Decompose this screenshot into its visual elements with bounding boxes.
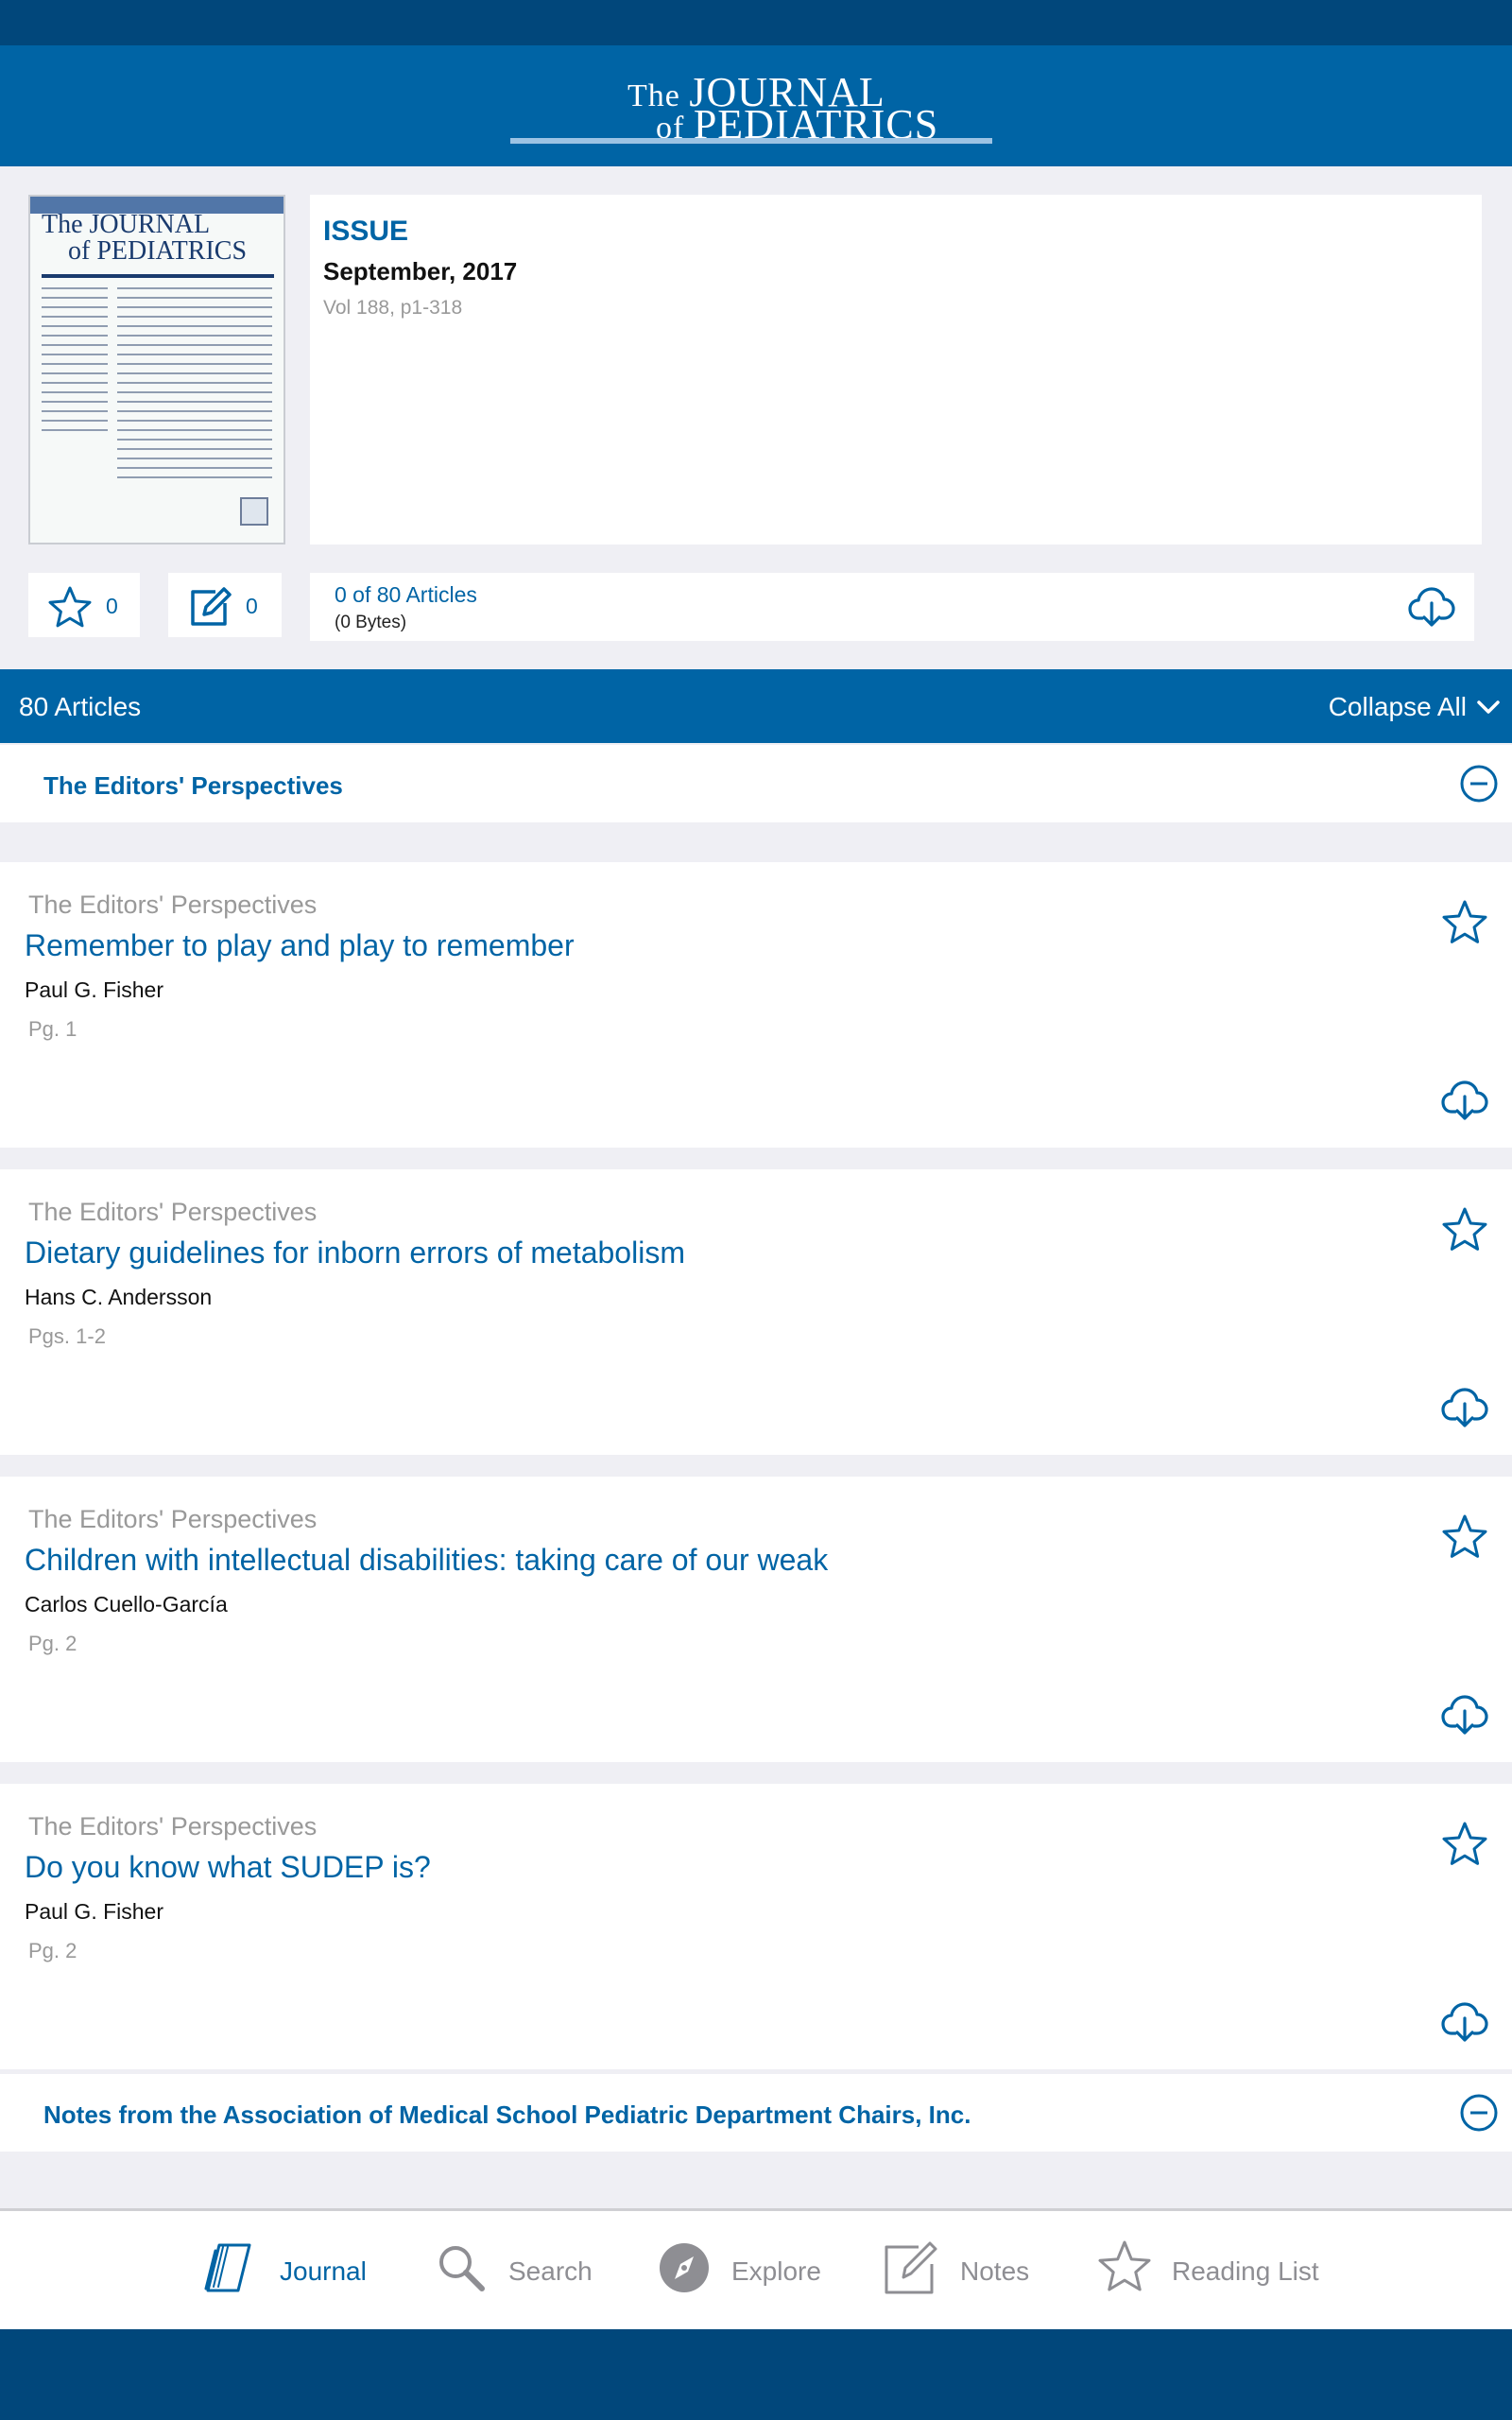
article-category: The Editors' Perspectives bbox=[28, 890, 318, 919]
system-navigation-bar bbox=[0, 2329, 1512, 2420]
favorites-count: 0 bbox=[106, 594, 118, 618]
star-icon[interactable] bbox=[1440, 1820, 1489, 1869]
article-author: Paul G. Fisher bbox=[25, 1899, 163, 1924]
cloud-download-icon[interactable] bbox=[1440, 1080, 1489, 1121]
star-icon[interactable] bbox=[1440, 1512, 1489, 1562]
article-author: Hans C. Andersson bbox=[25, 1285, 213, 1309]
collapse-section-icon[interactable] bbox=[1459, 2093, 1499, 2133]
tab-journal[interactable]: Journal bbox=[202, 2234, 382, 2302]
journal-logo: The JOURNAL of PEDIATRICS bbox=[510, 68, 992, 147]
tab-label: Journal bbox=[280, 2256, 367, 2286]
article-pages: Pgs. 1-2 bbox=[28, 1324, 106, 1348]
article-title[interactable]: Do you know what SUDEP is? bbox=[25, 1850, 431, 1885]
compass-icon bbox=[660, 2243, 709, 2292]
article-category: The Editors' Perspectives bbox=[28, 1812, 318, 1841]
article-category: The Editors' Perspectives bbox=[28, 1505, 318, 1533]
cloud-download-icon[interactable] bbox=[1440, 1694, 1489, 1736]
article-pages: Pg. 1 bbox=[28, 1017, 77, 1041]
issue-volume: Vol 188, p1-318 bbox=[323, 297, 463, 319]
article-pages: Pg. 2 bbox=[28, 1939, 77, 1962]
article-category: The Editors' Perspectives bbox=[28, 1198, 318, 1226]
articles-header: 80 Articles Collapse All bbox=[0, 669, 1512, 743]
article-title[interactable]: Dietary guidelines for inborn errors of … bbox=[25, 1236, 685, 1270]
bottom-tab-bar: Journal Search Explore Notes Reading Lis… bbox=[0, 2208, 1512, 2329]
section-title: The Editors' Perspectives bbox=[43, 771, 343, 800]
issue-info-card: ISSUE September, 2017 Vol 188, p1-318 bbox=[310, 195, 1482, 544]
tab-label: Explore bbox=[731, 2256, 821, 2286]
section-title: Notes from the Association of Medical Sc… bbox=[43, 2100, 971, 2129]
notes-count-button[interactable]: 0 bbox=[168, 573, 282, 637]
status-bar bbox=[0, 0, 1512, 45]
article-card[interactable]: The Editors' Perspectives Children with … bbox=[0, 1477, 1512, 1762]
star-icon[interactable] bbox=[1440, 1205, 1489, 1254]
notes-count: 0 bbox=[246, 594, 258, 618]
article-card[interactable]: The Editors' Perspectives Remember to pl… bbox=[0, 862, 1512, 1148]
cloud-download-icon[interactable] bbox=[1440, 1387, 1489, 1428]
download-issue-panel[interactable]: 0 of 80 Articles (0 Bytes) bbox=[310, 573, 1474, 641]
section-header[interactable]: Notes from the Association of Medical Sc… bbox=[0, 2074, 1512, 2152]
tab-search[interactable]: Search bbox=[433, 2234, 612, 2302]
favorites-count-button[interactable]: 0 bbox=[28, 573, 140, 637]
star-icon[interactable] bbox=[1440, 898, 1489, 947]
collapse-section-icon[interactable] bbox=[1459, 764, 1499, 804]
article-title[interactable]: Remember to play and play to remember bbox=[25, 928, 575, 963]
tab-notes[interactable]: Notes bbox=[883, 2234, 1062, 2302]
article-author: Carlos Cuello-García bbox=[25, 1592, 228, 1616]
article-pages: Pg. 2 bbox=[28, 1632, 77, 1655]
article-card[interactable]: The Editors' Perspectives Do you know wh… bbox=[0, 1784, 1512, 2069]
edit-note-icon bbox=[191, 587, 232, 626]
search-icon bbox=[439, 2246, 485, 2291]
downloaded-articles-count: 0 of 80 Articles bbox=[335, 582, 477, 607]
star-icon bbox=[48, 586, 92, 628]
issue-cover-image[interactable]: The JOURNAL of PEDIATRICS bbox=[28, 195, 285, 544]
articles-count: 80 Articles bbox=[19, 692, 142, 721]
app-header: The JOURNAL of PEDIATRICS bbox=[0, 45, 1512, 166]
issue-label: ISSUE bbox=[323, 216, 409, 247]
chevron-down-icon[interactable] bbox=[1476, 698, 1501, 717]
article-author: Paul G. Fisher bbox=[25, 977, 163, 1002]
tab-reading-list[interactable]: Reading List bbox=[1096, 2234, 1332, 2302]
tab-label: Notes bbox=[960, 2256, 1030, 2286]
star-icon bbox=[1098, 2240, 1151, 2291]
section-header[interactable]: The Editors' Perspectives bbox=[0, 745, 1512, 822]
tab-explore[interactable]: Explore bbox=[656, 2234, 845, 2302]
collapse-all-button[interactable]: Collapse All bbox=[1329, 692, 1467, 722]
article-card[interactable]: The Editors' Perspectives Dietary guidel… bbox=[0, 1169, 1512, 1455]
cloud-download-icon[interactable] bbox=[1408, 586, 1455, 628]
article-title[interactable]: Children with intellectual disabilities:… bbox=[25, 1543, 828, 1578]
issue-date: September, 2017 bbox=[323, 257, 518, 285]
notes-icon bbox=[885, 2241, 937, 2294]
tab-label: Search bbox=[508, 2256, 593, 2286]
tab-label: Reading List bbox=[1172, 2256, 1319, 2286]
cloud-download-icon[interactable] bbox=[1440, 2001, 1489, 2043]
journal-icon bbox=[204, 2243, 251, 2292]
downloaded-size: (0 Bytes) bbox=[335, 613, 407, 632]
